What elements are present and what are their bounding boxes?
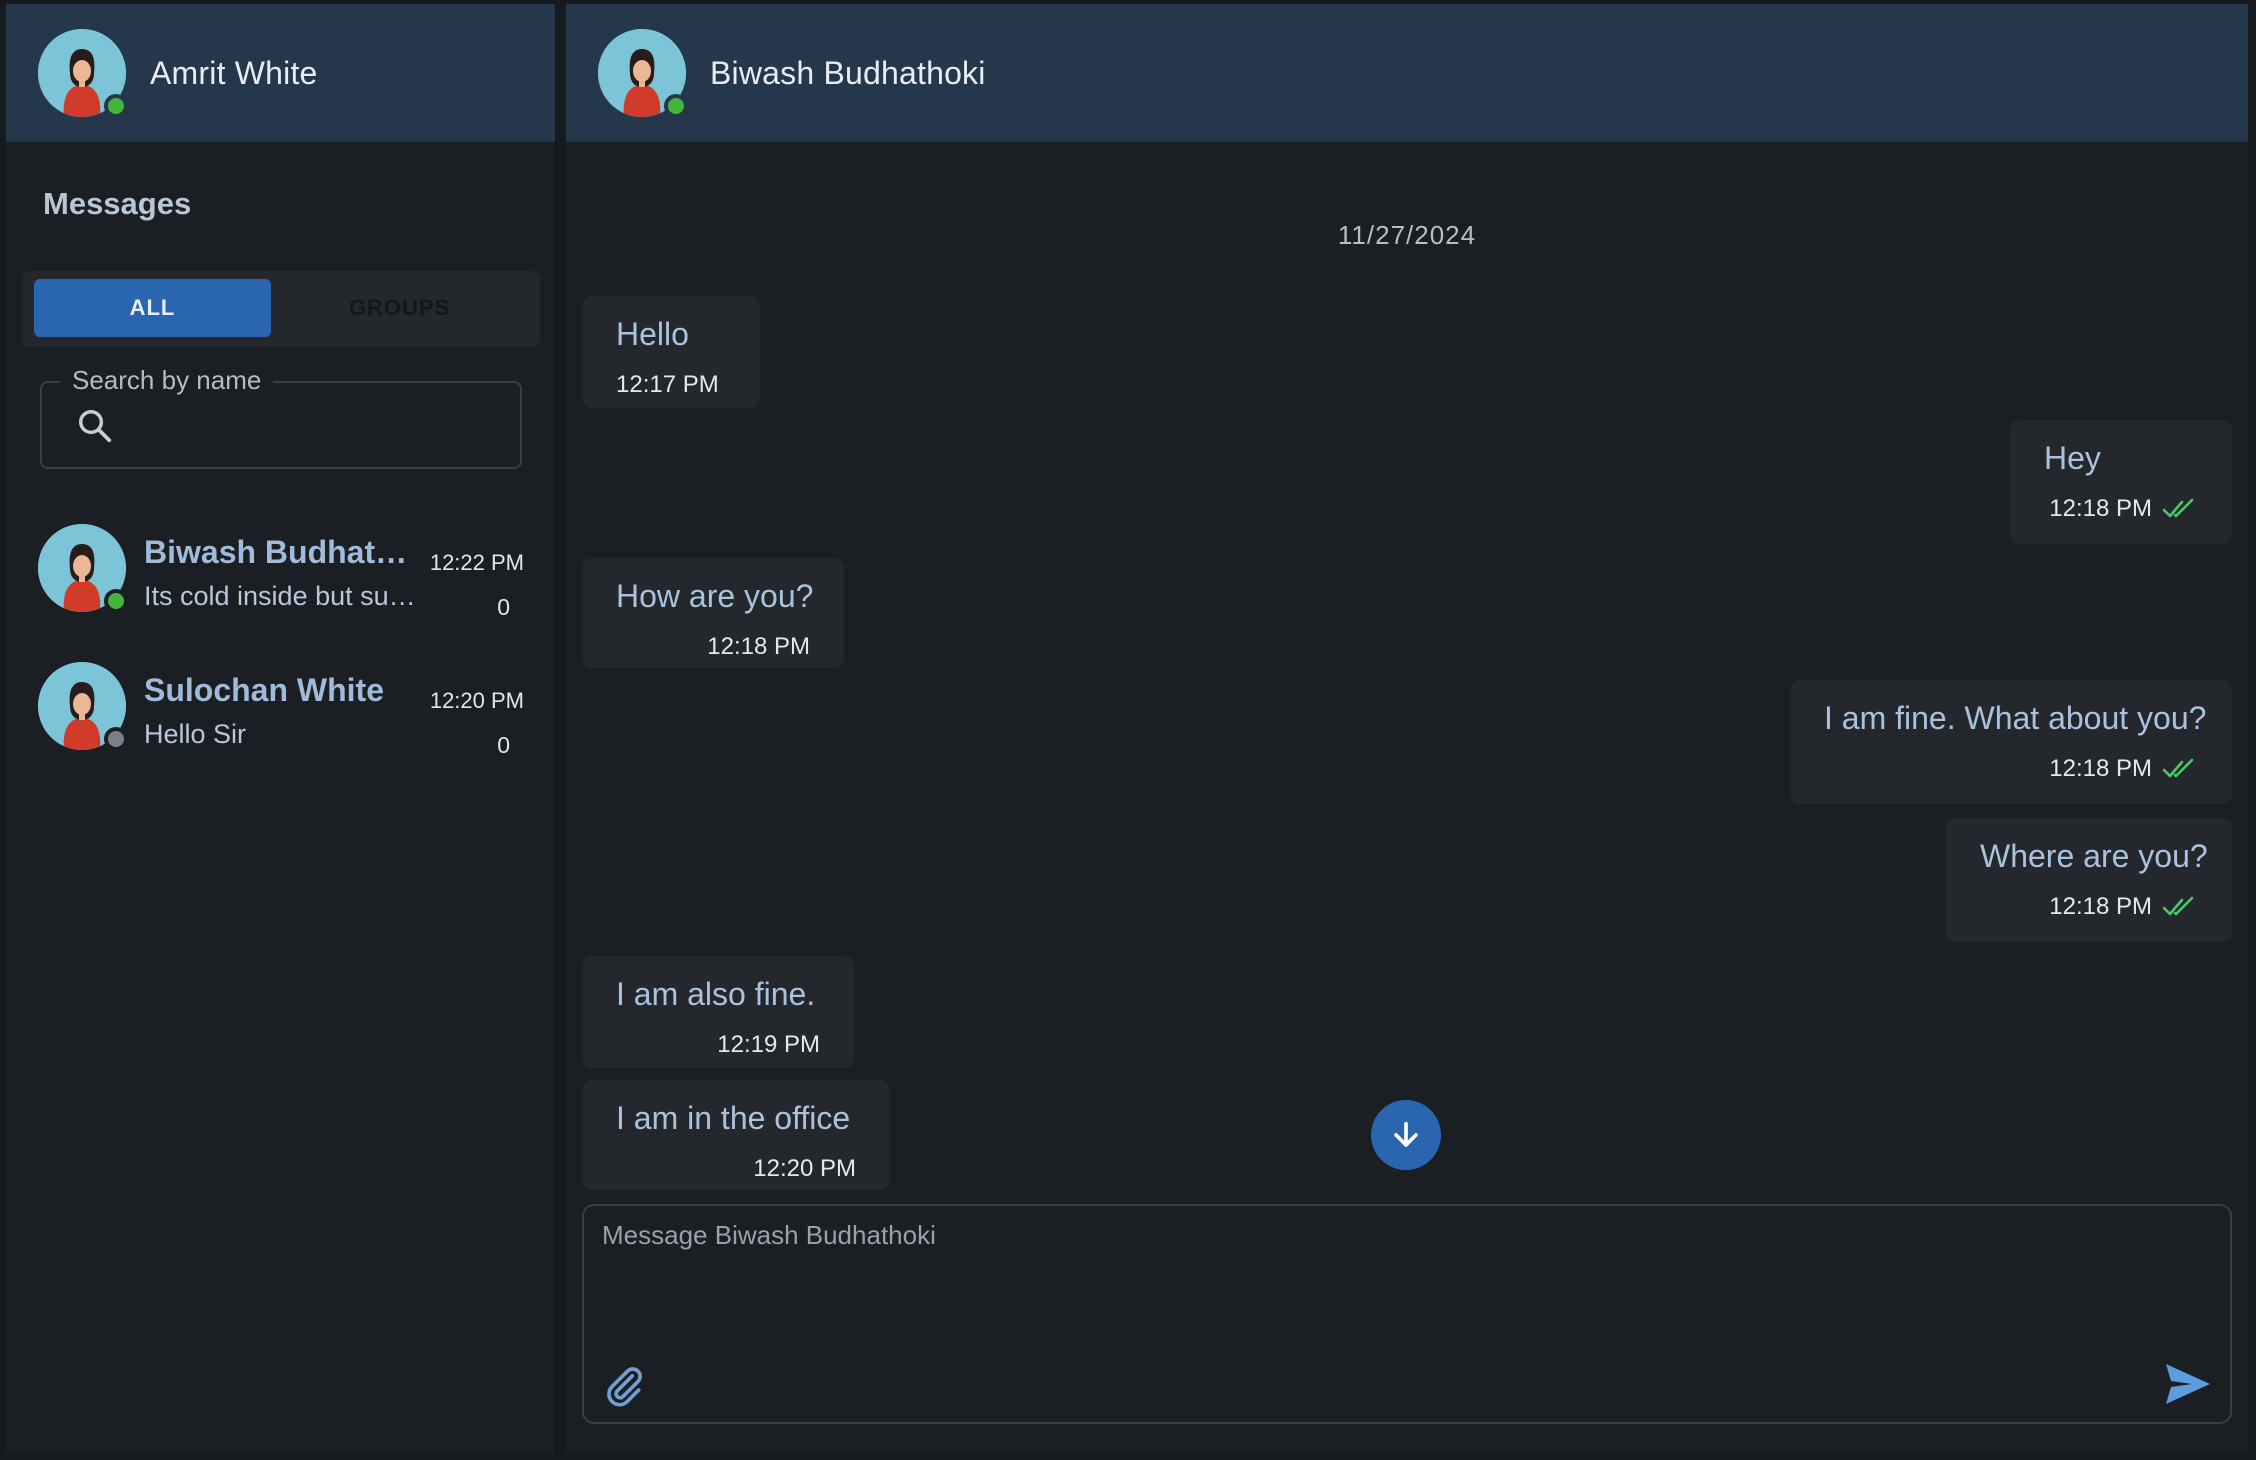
online-status-dot [104, 94, 128, 118]
message-text: I am fine. What about you? [1824, 700, 2207, 736]
conversation-filter-tabs: ALL GROUPS [22, 271, 540, 347]
sidebar: Amrit White Messages ALL GROUPS Search b… [6, 4, 556, 1454]
chat-header: Biwash Budhathoki [566, 4, 2248, 142]
conversation-item-biwash[interactable]: Biwash Budhathoki Its cold inside but su… [6, 524, 556, 662]
conversation-name: Biwash Budhathoki [144, 534, 416, 570]
message-time: 12:18 PM [2049, 893, 2152, 920]
message-text: Where are you? [1980, 838, 2208, 874]
search-field[interactable]: Search by name [40, 365, 522, 469]
search-label: Search by name [60, 365, 274, 396]
conversation-list: Biwash Budhathoki Its cold inside but su… [6, 524, 556, 800]
conversation-item-sulochan[interactable]: Sulochan White Hello Sir 12:20 PM 0 [6, 662, 556, 800]
messages-heading: Messages [43, 186, 192, 221]
double-check-icon [2162, 758, 2194, 778]
message-time: 12:17 PM [616, 371, 719, 398]
contact-avatar [38, 524, 128, 613]
tab-groups[interactable]: GROUPS [281, 279, 518, 337]
paperclip-icon[interactable] [602, 1364, 646, 1408]
unread-count: 0 [497, 594, 510, 620]
message-time: 12:18 PM [2049, 495, 2152, 522]
message-text: Hello [616, 316, 689, 352]
online-status-dot [664, 94, 688, 118]
arrow-down-icon [1394, 1121, 1418, 1147]
search-icon [79, 410, 112, 443]
date-separator: 11/27/2024 [1337, 220, 1477, 250]
tab-all[interactable]: ALL [34, 279, 271, 337]
message-time: 12:18 PM [707, 633, 810, 660]
search-input[interactable] [128, 399, 508, 451]
message-text: Hey [2044, 440, 2101, 476]
online-status-dot [104, 589, 128, 613]
conversation-time: 12:22 PM [429, 550, 524, 575]
chat-contact-name: Biwash Budhathoki [710, 54, 986, 91]
conversation-meta: 12:22 PM 0 [430, 550, 524, 621]
chat-panel: Biwash Budhathoki 11/27/2024 Hello 12:17… [566, 4, 2248, 1454]
conversation-text: Biwash Budhathoki Its cold inside but su… [144, 524, 416, 612]
current-user-name: Amrit White [150, 54, 318, 91]
message-input[interactable] [602, 1220, 2202, 1340]
message-bubble-outgoing: I am fine. What about you? 12:18 PM [1790, 680, 2232, 804]
message-time: 12:18 PM [2049, 755, 2152, 782]
message-meta: 12:18 PM [1980, 893, 2198, 921]
message-text: I am also fine. [616, 976, 816, 1012]
conversation-meta: 12:20 PM 0 [430, 688, 524, 759]
message-text: How are you? [616, 578, 814, 614]
contact-avatar [38, 662, 128, 751]
message-bubble-incoming: How are you? 12:18 PM [582, 558, 844, 668]
message-bubble-outgoing: Hey 12:18 PM [2010, 420, 2232, 544]
message-bubble-outgoing: Where are you? 12:18 PM [1946, 818, 2232, 942]
conversation-preview: Hello Sir [144, 719, 247, 749]
send-icon[interactable] [2164, 1362, 2212, 1406]
current-user-avatar[interactable] [38, 29, 128, 118]
unread-count: 0 [497, 732, 510, 758]
message-bubble-incoming: I am in the office 12:20 PM [582, 1080, 890, 1190]
double-check-icon [2162, 896, 2194, 916]
conversation-text: Sulochan White Hello Sir [144, 662, 416, 750]
sidebar-header: Amrit White [6, 4, 555, 142]
offline-status-dot [104, 727, 128, 751]
conversation-time: 12:20 PM [429, 688, 524, 713]
conversation-preview: Its cold inside but sunny outside [144, 581, 416, 611]
message-text: I am in the office [616, 1100, 851, 1136]
contact-avatar[interactable] [598, 29, 688, 118]
scroll-to-bottom-button[interactable] [1371, 1100, 1441, 1170]
message-bubble-incoming: I am also fine. 12:19 PM [582, 956, 854, 1068]
message-meta: 12:18 PM [2044, 495, 2198, 523]
message-bubble-incoming: Hello 12:17 PM [582, 296, 760, 408]
double-check-icon [2162, 498, 2194, 518]
message-meta: 12:18 PM [1824, 755, 2198, 783]
message-time: 12:20 PM [753, 1155, 856, 1182]
message-composer [582, 1204, 2232, 1424]
message-time: 12:19 PM [717, 1031, 820, 1058]
conversation-name: Sulochan White [144, 672, 384, 708]
